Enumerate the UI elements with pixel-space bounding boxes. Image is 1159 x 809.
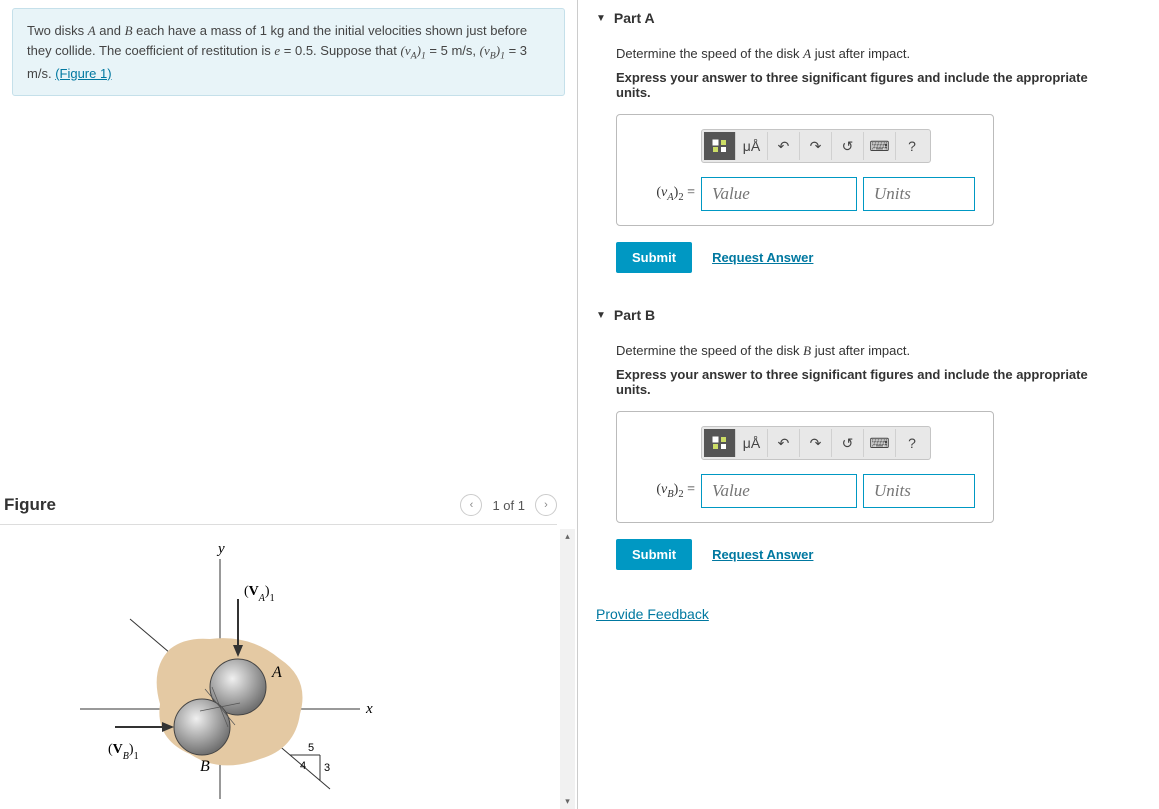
svg-text:4: 4 xyxy=(300,760,306,772)
var-B: B xyxy=(803,343,811,358)
figure-title: Figure xyxy=(4,495,56,515)
right-pane: ▼ Part A Determine the speed of the disk… xyxy=(578,0,1159,809)
problem-statement: Two disks A and B each have a mass of 1 … xyxy=(12,8,565,96)
part-b-input-row: (vB)2 = xyxy=(635,474,975,508)
svg-text:A: A xyxy=(271,664,282,681)
part-a-prompt: Determine the speed of the disk A just a… xyxy=(616,46,1121,62)
part-a-toolbar: μÅ ↶ ↷ ↺ ⌨ ? xyxy=(701,129,931,163)
part-b-submit-row: Submit Request Answer xyxy=(616,539,1121,570)
figure-scrollbar[interactable]: ▴ ▾ xyxy=(560,529,575,809)
part-b-eq-label: (vB)2 = xyxy=(635,482,695,500)
var-B: B xyxy=(125,23,133,38)
part-b-header[interactable]: ▼ Part B xyxy=(578,297,1159,333)
svg-text:5: 5 xyxy=(308,742,314,754)
redo-icon[interactable]: ↷ xyxy=(800,429,832,457)
svg-text:(VA)1: (VA)1 xyxy=(244,584,275,604)
left-pane: Two disks A and B each have a mass of 1 … xyxy=(0,0,578,809)
txt: = 5 m/s xyxy=(426,43,473,58)
reset-icon[interactable]: ↺ xyxy=(832,132,864,160)
help-icon[interactable]: ? xyxy=(896,132,928,160)
part-a-input-row: (vA)2 = xyxy=(635,177,975,211)
txt: , xyxy=(472,43,479,58)
txt: just after impact. xyxy=(811,343,910,358)
figure-page: 1 of 1 xyxy=(492,498,525,513)
var-A: A xyxy=(88,23,96,38)
undo-icon[interactable]: ↶ xyxy=(768,132,800,160)
scroll-down-icon[interactable]: ▾ xyxy=(560,794,575,809)
template-icon[interactable] xyxy=(704,429,736,457)
var-vA1: (vA)1 xyxy=(401,43,426,58)
figure-svg: y x xyxy=(60,539,420,809)
next-figure-button[interactable]: › xyxy=(535,494,557,516)
svg-text:x: x xyxy=(365,701,373,717)
svg-text:3: 3 xyxy=(324,762,330,774)
part-b-answer-box: μÅ ↶ ↷ ↺ ⌨ ? (vB)2 = xyxy=(616,411,994,523)
provide-feedback-link[interactable]: Provide Feedback xyxy=(578,594,727,634)
figure-body: y x xyxy=(0,529,577,809)
keyboard-icon[interactable]: ⌨ xyxy=(864,429,896,457)
help-icon[interactable]: ? xyxy=(896,429,928,457)
txt: and xyxy=(96,23,125,38)
collapse-icon: ▼ xyxy=(596,310,606,321)
txt: just after impact. xyxy=(811,46,910,61)
part-a-request-link[interactable]: Request Answer xyxy=(712,250,813,265)
template-icon[interactable] xyxy=(704,132,736,160)
part-b-instruction: Express your answer to three significant… xyxy=(616,367,1121,397)
reset-icon[interactable]: ↺ xyxy=(832,429,864,457)
undo-icon[interactable]: ↶ xyxy=(768,429,800,457)
problem-text: Two disks A and B each have a mass of 1 … xyxy=(27,23,527,81)
redo-icon[interactable]: ↷ xyxy=(800,132,832,160)
var-vB1: (vB)1 xyxy=(480,43,505,58)
part-b-title: Part B xyxy=(614,307,655,323)
part-a-units-input[interactable] xyxy=(863,177,975,211)
scroll-up-icon[interactable]: ▴ xyxy=(560,529,575,544)
part-b-prompt: Determine the speed of the disk B just a… xyxy=(616,343,1121,359)
figure-header: Figure ‹ 1 of 1 › xyxy=(0,486,557,525)
part-b-submit-button[interactable]: Submit xyxy=(616,539,692,570)
part-a-submit-row: Submit Request Answer xyxy=(616,242,1121,273)
main-container: Two disks A and B each have a mass of 1 … xyxy=(0,0,1159,809)
part-b-toolbar: μÅ ↶ ↷ ↺ ⌨ ? xyxy=(701,426,931,460)
part-b-request-link[interactable]: Request Answer xyxy=(712,547,813,562)
unit-kg: kg xyxy=(271,23,285,38)
prev-figure-button[interactable]: ‹ xyxy=(460,494,482,516)
part-a-header[interactable]: ▼ Part A xyxy=(578,0,1159,36)
part-a-instruction: Express your answer to three significant… xyxy=(616,70,1121,100)
part-a-body: Determine the speed of the disk A just a… xyxy=(578,36,1159,297)
svg-text:(VB)1: (VB)1 xyxy=(108,742,139,762)
var-A: A xyxy=(803,46,811,61)
svg-text:B: B xyxy=(200,758,210,775)
part-a-title: Part A xyxy=(614,10,655,26)
txt: Two disks xyxy=(27,23,88,38)
figure-nav: ‹ 1 of 1 › xyxy=(460,494,557,516)
part-b-value-input[interactable] xyxy=(701,474,857,508)
txt: = 0.5. Suppose that xyxy=(280,43,400,58)
keyboard-icon[interactable]: ⌨ xyxy=(864,132,896,160)
units-button[interactable]: μÅ xyxy=(736,429,768,457)
figure-section: Figure ‹ 1 of 1 › y x xyxy=(0,486,577,809)
txt: each have a mass of 1 xyxy=(133,23,271,38)
collapse-icon: ▼ xyxy=(596,13,606,24)
units-button[interactable]: μÅ xyxy=(736,132,768,160)
svg-text:y: y xyxy=(216,541,225,557)
part-a-eq-label: (vA)2 = xyxy=(635,185,695,203)
txt: Determine the speed of the disk xyxy=(616,343,803,358)
part-b-body: Determine the speed of the disk B just a… xyxy=(578,333,1159,594)
figure-link[interactable]: (Figure 1) xyxy=(55,66,111,81)
part-a-answer-box: μÅ ↶ ↷ ↺ ⌨ ? (vA)2 = xyxy=(616,114,994,226)
txt: Determine the speed of the disk xyxy=(616,46,803,61)
part-a-value-input[interactable] xyxy=(701,177,857,211)
part-a-submit-button[interactable]: Submit xyxy=(616,242,692,273)
part-b-units-input[interactable] xyxy=(863,474,975,508)
